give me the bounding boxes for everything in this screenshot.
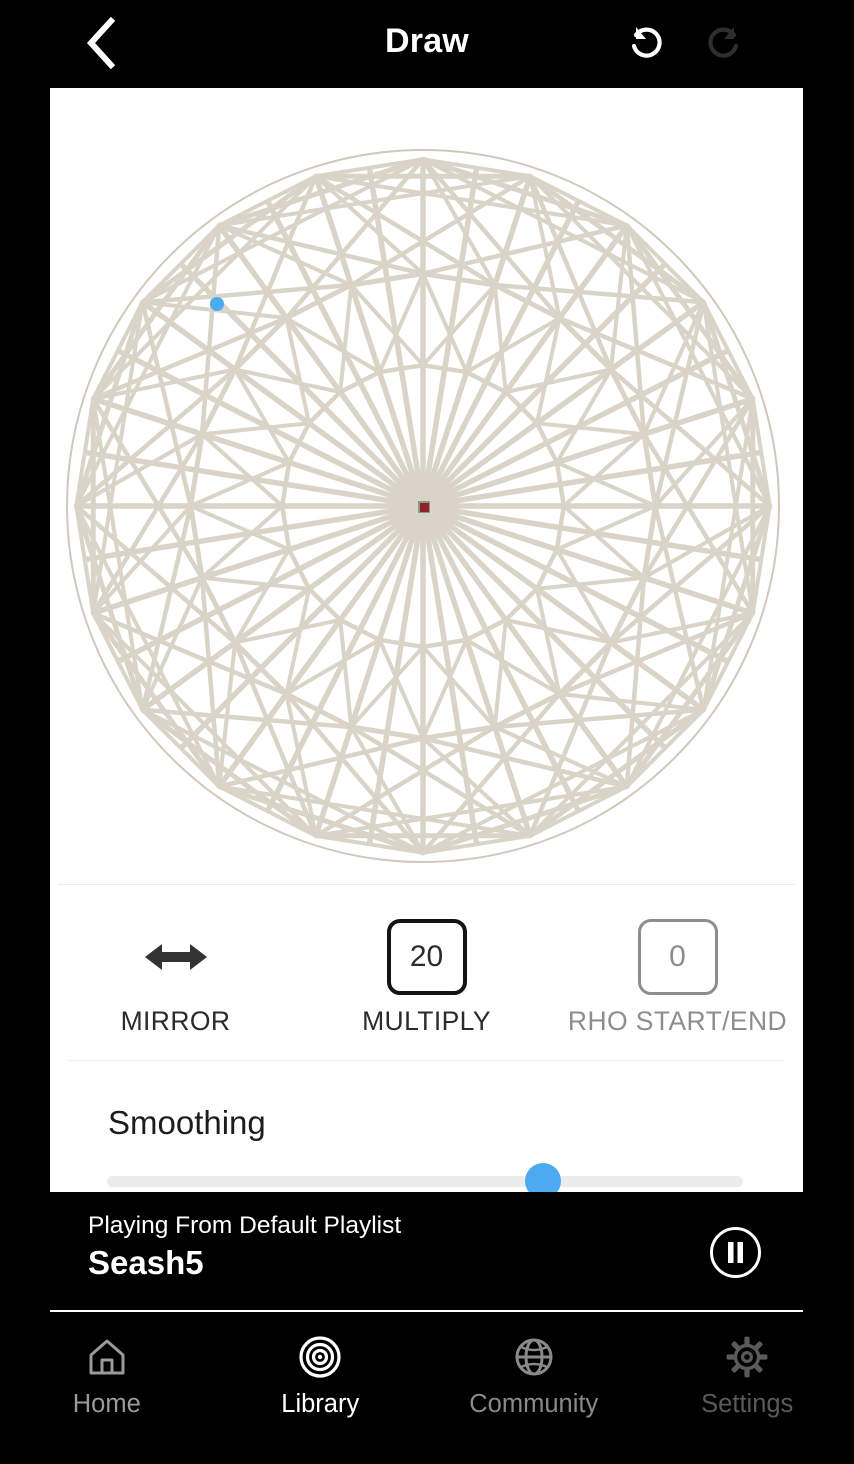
globe-icon <box>515 1338 553 1376</box>
tab-settings-label: Settings <box>701 1390 794 1418</box>
ball-position-marker <box>210 297 224 311</box>
bottom-tab-bar: Home Library Community Settings <box>0 1316 854 1464</box>
tab-community[interactable]: Community <box>427 1316 641 1464</box>
home-icon <box>89 1339 125 1375</box>
smoothing-slider[interactable] <box>107 1163 743 1192</box>
canvas-divider <box>58 884 795 885</box>
multiply-box-wrap: 20 <box>386 918 467 996</box>
target-icon-wrap <box>298 1334 342 1380</box>
pause-icon <box>710 1227 761 1278</box>
controls-divider <box>68 1060 785 1061</box>
gear-icon-wrap <box>725 1334 769 1380</box>
undo-button[interactable] <box>618 14 676 72</box>
rosette-pattern-svg <box>50 88 803 885</box>
controls-row: MIRROR 20 MULTIPLY 0 RHO START/END <box>50 900 803 1060</box>
control-multiply-label: MULTIPLY <box>362 1006 491 1036</box>
pause-button[interactable] <box>709 1226 762 1279</box>
smoothing-label: Smoothing <box>108 1104 266 1141</box>
app-header: Draw <box>0 0 854 88</box>
multiply-value-box[interactable]: 20 <box>386 919 467 995</box>
smoothing-section: Smoothing <box>50 1088 803 1192</box>
multiply-value: 20 <box>409 940 444 973</box>
rho-value: 0 <box>669 940 686 973</box>
tab-library[interactable]: Library <box>214 1316 428 1464</box>
tab-library-label: Library <box>281 1390 360 1418</box>
double-arrow-horizontal-icon <box>144 944 207 970</box>
control-rho-start-end[interactable]: 0 RHO START/END <box>552 900 803 1060</box>
target-icon <box>299 1336 341 1378</box>
now-playing-source: Playing From Default Playlist <box>88 1212 402 1239</box>
mirror-icon-wrap <box>144 918 207 996</box>
tab-settings[interactable]: Settings <box>641 1316 854 1464</box>
rho-value-box[interactable]: 0 <box>637 919 718 995</box>
now-playing-track-title: Seash5 <box>88 1244 204 1281</box>
globe-icon-wrap <box>512 1334 556 1380</box>
tab-community-label: Community <box>469 1390 599 1418</box>
smoothing-slider-thumb[interactable] <box>524 1163 561 1192</box>
tab-home[interactable]: Home <box>0 1316 214 1464</box>
content-card: MIRROR 20 MULTIPLY 0 RHO START/END Smoot… <box>50 88 803 1192</box>
control-mirror[interactable]: MIRROR <box>50 900 301 1060</box>
control-rho-label: RHO START/END <box>567 1006 788 1036</box>
redo-button[interactable] <box>694 14 752 72</box>
pattern-canvas[interactable] <box>50 88 803 885</box>
gear-icon <box>726 1336 768 1378</box>
redo-icon <box>708 27 739 58</box>
control-mirror-label: MIRROR <box>120 1006 231 1036</box>
center-marker <box>418 501 430 513</box>
smoothing-slider-track[interactable] <box>107 1176 743 1187</box>
app-root: Draw MIRROR 20 MULTIPLY 0 RHO START/END … <box>0 0 854 1464</box>
tab-home-label: Home <box>72 1390 141 1418</box>
control-multiply[interactable]: 20 MULTIPLY <box>301 900 552 1060</box>
rho-box-wrap: 0 <box>637 918 718 996</box>
tabbar-top-divider <box>50 1310 803 1312</box>
home-icon-wrap <box>85 1334 129 1380</box>
undo-icon <box>631 27 662 58</box>
